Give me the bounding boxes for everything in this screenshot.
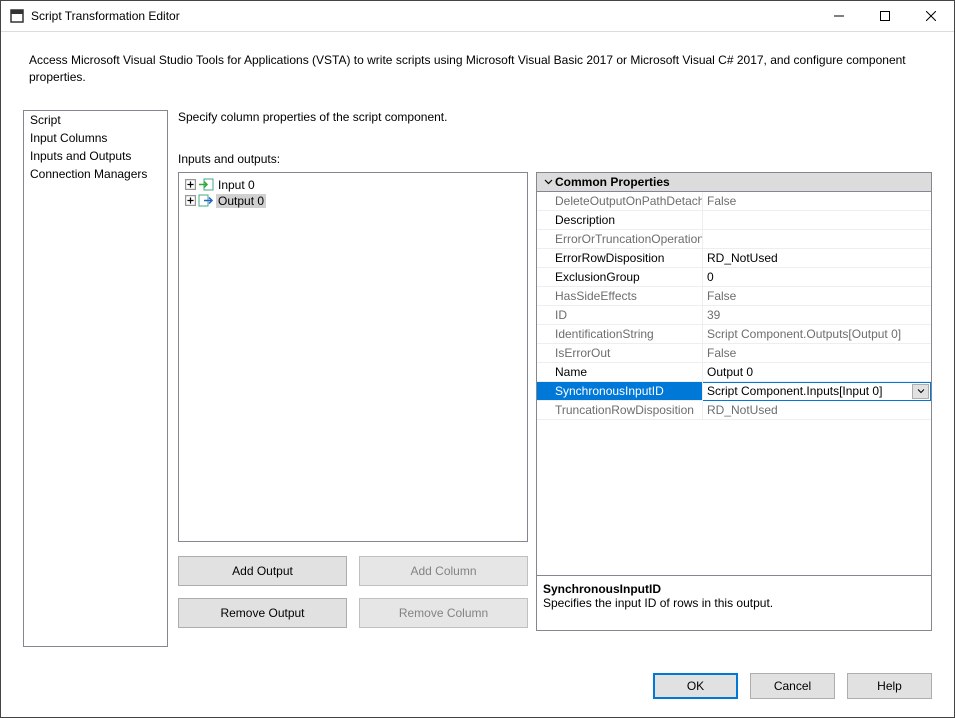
prop-row[interactable]: ID39 xyxy=(537,306,931,325)
property-grid: Common Properties DeleteOutputOnPathDeta… xyxy=(536,172,932,631)
prop-value[interactable]: RD_NotUsed xyxy=(703,249,931,268)
property-category-label: Common Properties xyxy=(555,175,670,189)
dropdown-button[interactable] xyxy=(912,384,929,399)
remove-output-button[interactable]: Remove Output xyxy=(178,598,347,628)
prop-row[interactable]: DeleteOutputOnPathDetachedFalse xyxy=(537,192,931,211)
tree-node-input[interactable]: Input 0 xyxy=(185,177,523,193)
prop-value[interactable]: Output 0 xyxy=(703,363,931,382)
prop-row[interactable]: IdentificationStringScript Component.Out… xyxy=(537,325,931,344)
property-help: SynchronousInputID Specifies the input I… xyxy=(537,575,931,630)
app-icon xyxy=(9,8,25,24)
prop-value[interactable] xyxy=(703,211,931,230)
prop-value: Script Component.Outputs[Output 0] xyxy=(703,325,931,344)
prop-name: IdentificationString xyxy=(537,325,703,344)
prop-row[interactable]: TruncationRowDispositionRD_NotUsed xyxy=(537,401,931,420)
chevron-down-icon xyxy=(541,177,555,186)
add-output-button[interactable]: Add Output xyxy=(178,556,347,586)
nav-item-inputs-outputs[interactable]: Inputs and Outputs xyxy=(24,147,167,165)
nav-item-connection-managers[interactable]: Connection Managers xyxy=(24,165,167,183)
ok-button[interactable]: OK xyxy=(653,673,738,699)
prop-row[interactable]: ExclusionGroup0 xyxy=(537,268,931,287)
prop-name: SynchronousInputID xyxy=(537,382,703,401)
help-title: SynchronousInputID xyxy=(543,582,925,596)
close-button[interactable] xyxy=(908,1,954,31)
prop-value: False xyxy=(703,192,931,211)
tree-node-label: Input 0 xyxy=(216,178,257,192)
title-bar: Script Transformation Editor xyxy=(1,1,954,32)
prop-value-text: Script Component.Inputs[Input 0] xyxy=(707,384,882,398)
prop-row[interactable]: HasSideEffectsFalse xyxy=(537,287,931,306)
expander-icon[interactable] xyxy=(185,195,196,206)
prop-name: Description xyxy=(537,211,703,230)
tree-node-output[interactable]: Output 0 xyxy=(185,193,523,209)
prop-value: False xyxy=(703,287,931,306)
maximize-button[interactable] xyxy=(862,1,908,31)
prop-name: IsErrorOut xyxy=(537,344,703,363)
prop-name: ID xyxy=(537,306,703,325)
prop-value[interactable]: 0 xyxy=(703,268,931,287)
prop-name: DeleteOutputOnPathDetached xyxy=(537,192,703,211)
prop-row-selected[interactable]: SynchronousInputID Script Component.Inpu… xyxy=(537,382,931,401)
prop-name: ExclusionGroup xyxy=(537,268,703,287)
section-description: Specify column properties of the script … xyxy=(178,110,932,124)
prop-value xyxy=(703,230,931,249)
add-column-button: Add Column xyxy=(359,556,528,586)
help-text: Specifies the input ID of rows in this o… xyxy=(543,596,925,610)
prop-row[interactable]: NameOutput 0 xyxy=(537,363,931,382)
nav-item-script[interactable]: Script xyxy=(24,111,167,129)
prop-row[interactable]: Description xyxy=(537,211,931,230)
output-arrow-icon xyxy=(198,194,214,207)
io-tree[interactable]: Input 0 Output 0 xyxy=(178,172,528,542)
io-label: Inputs and outputs: xyxy=(178,152,932,166)
prop-value[interactable]: Script Component.Inputs[Input 0] xyxy=(703,382,931,401)
property-category-header[interactable]: Common Properties xyxy=(537,173,931,192)
dialog-footer: OK Cancel Help xyxy=(653,673,932,699)
prop-name: ErrorRowDisposition xyxy=(537,249,703,268)
prop-row[interactable]: IsErrorOutFalse xyxy=(537,344,931,363)
help-button[interactable]: Help xyxy=(847,673,932,699)
window-title: Script Transformation Editor xyxy=(31,9,816,23)
prop-value: RD_NotUsed xyxy=(703,401,931,420)
cancel-button[interactable]: Cancel xyxy=(750,673,835,699)
input-arrow-icon xyxy=(198,178,214,191)
prop-row[interactable]: ErrorOrTruncationOperation xyxy=(537,230,931,249)
prop-name: TruncationRowDisposition xyxy=(537,401,703,420)
tree-node-label: Output 0 xyxy=(216,194,266,208)
prop-name: Name xyxy=(537,363,703,382)
prop-name: HasSideEffects xyxy=(537,287,703,306)
prop-value: 39 xyxy=(703,306,931,325)
minimize-button[interactable] xyxy=(816,1,862,31)
prop-row[interactable]: ErrorRowDispositionRD_NotUsed xyxy=(537,249,931,268)
nav-item-input-columns[interactable]: Input Columns xyxy=(24,129,167,147)
nav-panel: Script Input Columns Inputs and Outputs … xyxy=(23,110,168,647)
prop-name: ErrorOrTruncationOperation xyxy=(537,230,703,249)
prop-value: False xyxy=(703,344,931,363)
intro-text: Access Microsoft Visual Studio Tools for… xyxy=(1,32,954,86)
remove-column-button: Remove Column xyxy=(359,598,528,628)
expander-icon[interactable] xyxy=(185,179,196,190)
